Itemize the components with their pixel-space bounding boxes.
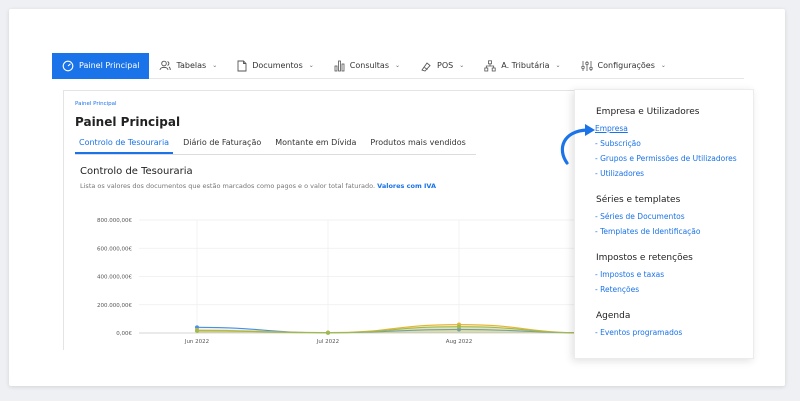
- section-description: Lista os valores dos documentos que estã…: [80, 182, 436, 190]
- page-title: Painel Principal: [75, 115, 181, 129]
- nav-item-consultas[interactable]: Consultas ⌄: [324, 53, 410, 79]
- menu-item-grupos-permissoes[interactable]: - Grupos e Permissões de Utilizadores: [595, 154, 737, 163]
- nav-label: A. Tributária: [501, 61, 550, 70]
- group-title-impostos-retencoes: Impostos e retenções: [596, 253, 693, 263]
- data-point: [457, 324, 461, 329]
- section-title: Controlo de Tesouraria: [80, 166, 193, 177]
- y-tick-label: 0,00€: [116, 331, 132, 337]
- users-icon: [159, 60, 172, 71]
- sliders-icon: [580, 60, 593, 71]
- nav-label: Tabelas: [176, 61, 207, 70]
- main-nav: Painel Principal Tabelas ⌄ Documentos ⌄ …: [52, 52, 744, 79]
- nav-item-pos[interactable]: POS ⌄: [410, 53, 474, 79]
- nav-item-documentos[interactable]: Documentos ⌄: [227, 53, 324, 79]
- nav-item-a-tributaria[interactable]: A. Tributária ⌄: [474, 53, 570, 79]
- chevron-down-icon: ⌄: [395, 62, 401, 69]
- nav-label: Painel Principal: [79, 61, 140, 70]
- dashboard-panel: Painel Principal Painel Principal Contro…: [63, 90, 584, 350]
- chevron-down-icon: ⌄: [555, 62, 561, 69]
- tab-montante-divida[interactable]: Montante em Dívida: [271, 138, 360, 154]
- x-tick-label: Jul 2022: [316, 339, 339, 345]
- tab-produtos-vendidos[interactable]: Produtos mais vendidos: [366, 138, 469, 154]
- x-tick-label: Aug 2022: [446, 339, 473, 345]
- nav-label: POS: [437, 61, 454, 70]
- menu-item-eventos-programados[interactable]: - Eventos programados: [595, 328, 682, 337]
- menu-item-templates-identificacao[interactable]: - Templates de Identificação: [595, 227, 700, 236]
- bar-chart-icon: [334, 60, 345, 71]
- y-tick-label: 800.000,00€: [97, 218, 132, 224]
- menu-item-impostos-taxas[interactable]: - Impostos e taxas: [595, 270, 664, 279]
- document-icon: [237, 60, 247, 71]
- section-description-text: Lista os valores dos documentos que estã…: [80, 182, 376, 190]
- screenshot-card: Painel Principal Tabelas ⌄ Documentos ⌄ …: [9, 9, 785, 386]
- y-tick-label: 600.000,00€: [97, 246, 132, 252]
- tab-diario-faturacao[interactable]: Diário de Faturação: [179, 138, 265, 154]
- chevron-down-icon: ⌄: [308, 62, 314, 69]
- group-title-empresa-utilizadores: Empresa e Utilizadores: [596, 107, 700, 117]
- y-tick-label: 200.000,00€: [97, 303, 132, 309]
- menu-item-utilizadores[interactable]: - Utilizadores: [595, 169, 644, 178]
- menu-item-retencoes[interactable]: - Retenções: [595, 285, 639, 294]
- dashboard-tabs: Controlo de Tesouraria Diário de Faturaç…: [75, 138, 476, 155]
- x-tick-label: Jun 2022: [184, 339, 209, 345]
- nav-item-painel-principal[interactable]: Painel Principal: [52, 52, 150, 79]
- nav-item-tabelas[interactable]: Tabelas ⌄: [149, 53, 227, 79]
- group-title-agenda: Agenda: [596, 311, 631, 321]
- menu-item-series-documentos[interactable]: - Séries de Documentos: [595, 212, 685, 221]
- nav-item-configuracoes[interactable]: Configurações ⌄: [571, 53, 676, 79]
- data-point: [195, 328, 199, 333]
- y-tick-label: 400.000,00€: [97, 275, 132, 281]
- tab-controlo-tesouraria[interactable]: Controlo de Tesouraria: [75, 138, 174, 154]
- chevron-down-icon: ⌄: [660, 62, 666, 69]
- data-point: [326, 330, 330, 335]
- breadcrumb[interactable]: Painel Principal: [75, 101, 117, 107]
- vat-values-link[interactable]: Valores com IVA: [377, 182, 436, 190]
- nav-label: Documentos: [252, 61, 303, 70]
- pointer-arrow-icon: [560, 124, 595, 165]
- network-icon: [484, 59, 496, 71]
- chevron-down-icon: ⌄: [212, 62, 218, 69]
- nav-label: Configurações: [597, 61, 655, 70]
- treasury-chart: 0,00€ 200.000,00€ 400.000,00€ 600.000,00€ 80…: [97, 218, 584, 345]
- chevron-down-icon: ⌄: [459, 62, 465, 69]
- dashboard-icon: [62, 60, 74, 71]
- pos-icon: [421, 61, 431, 72]
- nav-label: Consultas: [349, 61, 389, 70]
- group-title-series-templates: Séries e templates: [596, 195, 681, 205]
